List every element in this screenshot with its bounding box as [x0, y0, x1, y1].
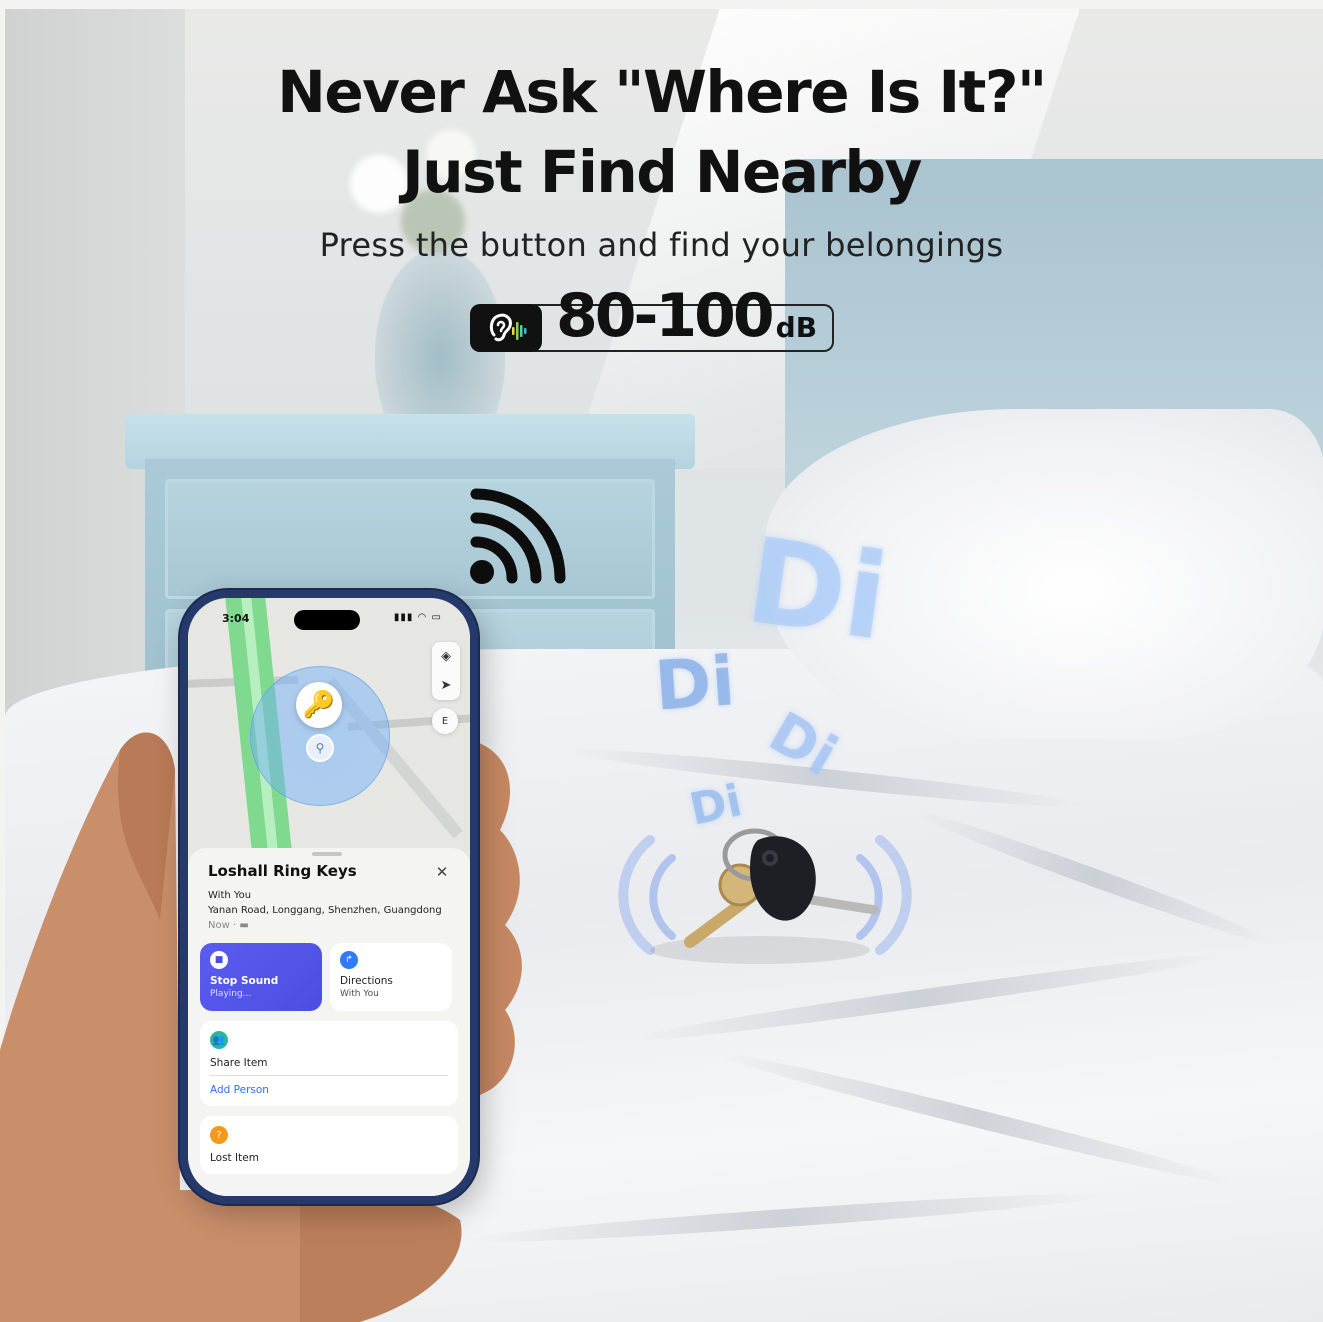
- sound-word: Di: [652, 642, 738, 727]
- compass-icon[interactable]: E: [432, 708, 458, 734]
- sheet-grabber[interactable]: [312, 852, 342, 856]
- key-pin-icon[interactable]: 🔑: [296, 682, 342, 728]
- battery-icon: ▭: [431, 612, 442, 623]
- dynamic-island: [294, 610, 360, 630]
- sound-word: Di: [739, 511, 896, 667]
- share-item-card: 👥 Share Item Add Person: [200, 1021, 458, 1106]
- directions-label: Directions: [340, 975, 393, 987]
- signal-waves-icon: [462, 488, 572, 592]
- signal-icon: ▮▮▮: [393, 612, 414, 623]
- wifi-icon: ◠: [417, 612, 428, 623]
- divider: [210, 1075, 448, 1076]
- phone-screen: 3:04 ▮▮▮ ◠ ▭ 🔑 ⚲ ◈ ➤ E Loshall Ring Keys…: [188, 598, 470, 1196]
- stop-sound-label: Stop Sound: [210, 975, 279, 987]
- item-updated: Now · ▬: [208, 920, 249, 931]
- bike-pin-icon[interactable]: ⚲: [306, 734, 334, 762]
- question-icon: ?: [210, 1126, 228, 1144]
- nightstand-drawer: [165, 479, 655, 599]
- action-row: ■ Stop Sound Playing... ↱ Directions Wit…: [200, 943, 458, 1011]
- headline-line-2: Just Find Nearby: [402, 138, 922, 206]
- decibel-unit: dB: [775, 311, 818, 344]
- lost-item-label: Lost Item: [210, 1152, 259, 1164]
- add-person-link[interactable]: Add Person: [210, 1084, 448, 1096]
- status-icons: ▮▮▮ ◠ ▭: [394, 612, 442, 623]
- headline-subtitle: Press the button and find your belonging…: [319, 226, 1004, 264]
- stop-sound-button[interactable]: ■ Stop Sound Playing...: [200, 943, 322, 1011]
- map-controls: ◈ ➤: [432, 642, 460, 700]
- directions-status: With You: [340, 989, 379, 999]
- map-layers-icon[interactable]: ◈: [441, 649, 451, 664]
- lost-item-card[interactable]: ? Lost Item: [200, 1116, 458, 1174]
- people-icon: 👥: [210, 1031, 228, 1049]
- directions-icon: ↱: [340, 951, 358, 969]
- decibel-badge: 80-100 dB: [470, 286, 834, 352]
- item-status: With You: [208, 890, 252, 901]
- ear-sound-icon: [470, 304, 542, 352]
- headline-line-1: Never Ask "Where Is It?": [277, 58, 1047, 126]
- phone: 3:04 ▮▮▮ ◠ ▭ 🔑 ⚲ ◈ ➤ E Loshall Ring Keys…: [180, 590, 478, 1204]
- item-detail-sheet: Loshall Ring Keys ✕ With You Yanan Road,…: [188, 848, 470, 1196]
- status-time: 3:04: [222, 612, 250, 625]
- battery-icon: ▬: [239, 920, 249, 931]
- directions-button[interactable]: ↱ Directions With You: [330, 943, 452, 1011]
- item-title: Loshall Ring Keys: [208, 862, 357, 880]
- status-bar: 3:04 ▮▮▮ ◠ ▭: [188, 608, 470, 630]
- locate-arrow-icon[interactable]: ➤: [441, 678, 452, 693]
- decibel-value: 80-100: [556, 281, 775, 351]
- stop-sound-status: Playing...: [210, 989, 252, 999]
- map-view[interactable]: 🔑 ⚲ ◈ ➤ E: [188, 598, 470, 868]
- keys-with-tracker: [610, 800, 920, 970]
- item-meta: With You Yanan Road, Longgang, Shenzhen,…: [208, 888, 458, 933]
- share-item-label[interactable]: Share Item: [210, 1057, 448, 1069]
- item-address: Yanan Road, Longgang, Shenzhen, Guangdon…: [208, 905, 442, 916]
- stop-icon: ■: [210, 951, 228, 969]
- close-icon[interactable]: ✕: [432, 862, 452, 882]
